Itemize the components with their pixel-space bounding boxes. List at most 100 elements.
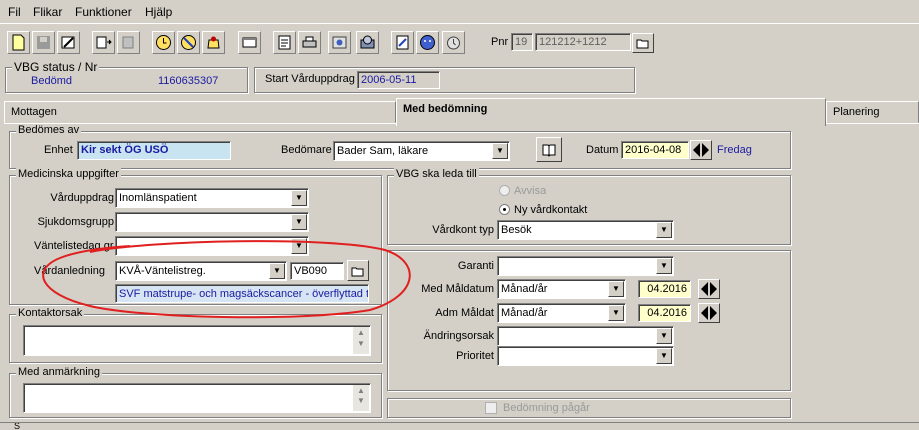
export-icon[interactable] <box>117 31 140 54</box>
adm-maldat-unit-select[interactable]: Månad/år ▼ <box>497 303 626 323</box>
radio-ny-vardkontakt[interactable] <box>499 204 510 215</box>
pnr-label: Pnr <box>491 36 509 48</box>
date-stepper-button[interactable] <box>690 140 712 160</box>
chevron-down-icon[interactable]: ▼ <box>656 258 672 274</box>
menu-flikar[interactable]: Flikar <box>33 5 62 19</box>
anmarkning-group: Med anmärkning ▲ ▼ <box>9 366 382 418</box>
enhet-label: Enhet <box>44 144 73 156</box>
start-group: Start Vårduppdrag 2006-05-11 <box>254 67 635 93</box>
tab-planering[interactable]: Planering <box>826 101 919 123</box>
med-maldatum-field[interactable]: 04.2016 <box>638 280 691 298</box>
prioritet-select[interactable]: ▼ <box>497 346 674 366</box>
chevron-down-icon[interactable]: ▼ <box>656 348 672 364</box>
prioritet-label: Prioritet <box>456 350 494 362</box>
bedomare-select[interactable]: Bader Sam, läkare ▼ <box>333 141 510 161</box>
window-icon[interactable] <box>238 31 261 54</box>
vbg-leda-title: VBG ska leda till <box>394 168 479 180</box>
chevron-down-icon[interactable]: ▼ <box>291 238 307 254</box>
pnr-search-button[interactable] <box>632 33 654 53</box>
vbg-number: 1160635307 <box>158 75 219 87</box>
person-icon[interactable] <box>416 31 439 54</box>
clock-refresh-icon[interactable] <box>177 31 200 54</box>
vardupp-label: Vårduppdrag <box>50 192 114 204</box>
anmarkning-title: Med anmärkning <box>16 366 102 378</box>
kontaktorsak-scrollbar[interactable]: ▲ ▼ <box>353 327 369 354</box>
radio-avvisa[interactable] <box>499 185 510 196</box>
menu-bar: Fil Flikar Funktioner Hjälp <box>0 0 919 24</box>
scroll-down-icon[interactable]: ▼ <box>353 396 369 410</box>
bedomare-label: Bedömare <box>281 144 332 156</box>
report-icon[interactable] <box>391 31 414 54</box>
anmarkning-textarea[interactable]: ▲ ▼ <box>23 383 371 413</box>
med-maldatum-unit-select[interactable]: Månad/år ▼ <box>497 279 626 299</box>
sjukdom-select[interactable]: ▼ <box>115 212 309 232</box>
start-date-field: 2006-05-11 <box>357 71 440 89</box>
vardkont-label: Vårdkont typ <box>432 224 494 236</box>
printer-icon[interactable] <box>298 31 321 54</box>
datum-label: Datum <box>586 144 619 156</box>
tab-med-bedomning[interactable]: Med bedömning <box>396 98 826 126</box>
pnr-field[interactable]: 121212+1212 <box>535 33 631 51</box>
phone-icon[interactable] <box>356 31 379 54</box>
kontaktorsak-group: Kontaktorsak ▲ ▼ <box>9 307 382 363</box>
toolbar: Pnr 19 121212+1212 <box>0 26 919 60</box>
chevron-down-icon[interactable]: ▼ <box>291 214 307 230</box>
chevron-down-icon[interactable]: ▼ <box>656 328 672 344</box>
vardanl-lookup-button[interactable] <box>347 260 369 281</box>
adm-maldat-stepper[interactable] <box>698 303 720 323</box>
web-icon[interactable] <box>328 31 351 54</box>
scroll-down-icon[interactable]: ▼ <box>353 339 369 353</box>
vardkont-select[interactable]: Besök ▼ <box>497 220 674 240</box>
ny-vardkontakt-label: Ny vårdkontakt <box>514 204 588 216</box>
vbg-leda-group: VBG ska leda till Avvisa Ny vårdkontakt … <box>387 168 791 245</box>
pnr-prefix-field[interactable]: 19 <box>511 33 533 51</box>
vardanl-label: Vårdanledning <box>34 265 105 277</box>
status-value: Bedömd <box>31 75 72 87</box>
med-unit-value: Månad/år <box>501 283 548 295</box>
anmarkning-scrollbar[interactable]: ▲ ▼ <box>353 385 369 411</box>
print-preview-icon[interactable] <box>92 31 115 54</box>
vardanl-select[interactable]: KVÅ-Väntelistreg. ▼ <box>115 261 287 281</box>
vardupp-value: Inomlänspatient <box>119 192 197 204</box>
kontaktorsak-title: Kontaktorsak <box>16 307 85 319</box>
tab-mottagen[interactable]: Mottagen <box>4 101 396 123</box>
timer-icon[interactable] <box>442 31 465 54</box>
menu-hjalp[interactable]: Hjälp <box>145 5 172 19</box>
note-icon[interactable] <box>273 31 296 54</box>
med-maldatum-stepper[interactable] <box>698 279 720 299</box>
vardanl-code-field[interactable]: VB090 <box>290 262 344 280</box>
left-right-arrows-icon <box>701 306 717 320</box>
alarm-icon[interactable] <box>202 31 225 54</box>
sjukdom-label: Sjukdomsgrupp <box>37 216 114 228</box>
bedomes-av-group: Bedömes av Enhet Kir sekt ÖG USÖ Bedömar… <box>9 124 791 169</box>
vardupp-select[interactable]: Inomlänspatient ▼ <box>115 188 309 208</box>
edit-icon[interactable] <box>57 31 80 54</box>
menu-fil[interactable]: Fil <box>8 5 21 19</box>
vbg-status-title: VBG status / Nr <box>12 60 100 74</box>
kontaktorsak-textarea[interactable]: ▲ ▼ <box>23 325 371 356</box>
med-maldatum-label: Med Måldatum <box>421 283 494 295</box>
start-label: Start Vårduppdrag <box>265 73 355 85</box>
adm-maldat-field[interactable]: 04.2016 <box>638 304 691 322</box>
datum-field[interactable]: 2016-04-08 <box>621 141 689 159</box>
weekday-label: Fredag <box>717 144 752 156</box>
chevron-down-icon[interactable]: ▼ <box>492 143 508 159</box>
bedomning-pagar-checkbox[interactable] <box>485 402 497 414</box>
book-button[interactable] <box>536 137 562 162</box>
chevron-down-icon[interactable]: ▼ <box>608 281 624 297</box>
clock-icon[interactable] <box>152 31 175 54</box>
vantelist-select[interactable]: ▼ <box>115 236 309 256</box>
menu-funktioner[interactable]: Funktioner <box>75 5 132 19</box>
andringsorsak-select[interactable]: ▼ <box>497 326 674 346</box>
status-bar: S <box>0 422 919 430</box>
new-document-icon[interactable] <box>7 31 30 54</box>
medicinska-title: Medicinska uppgifter <box>16 168 121 180</box>
chevron-down-icon[interactable]: ▼ <box>269 263 285 279</box>
save-icon[interactable] <box>32 31 55 54</box>
bedomning-pagar-label: Bedömning pågår <box>503 402 590 414</box>
garanti-select[interactable]: ▼ <box>497 256 674 276</box>
chevron-down-icon[interactable]: ▼ <box>656 222 672 238</box>
vardanl-value: KVÅ-Väntelistreg. <box>119 265 206 277</box>
chevron-down-icon[interactable]: ▼ <box>291 190 307 206</box>
chevron-down-icon[interactable]: ▼ <box>608 305 624 321</box>
